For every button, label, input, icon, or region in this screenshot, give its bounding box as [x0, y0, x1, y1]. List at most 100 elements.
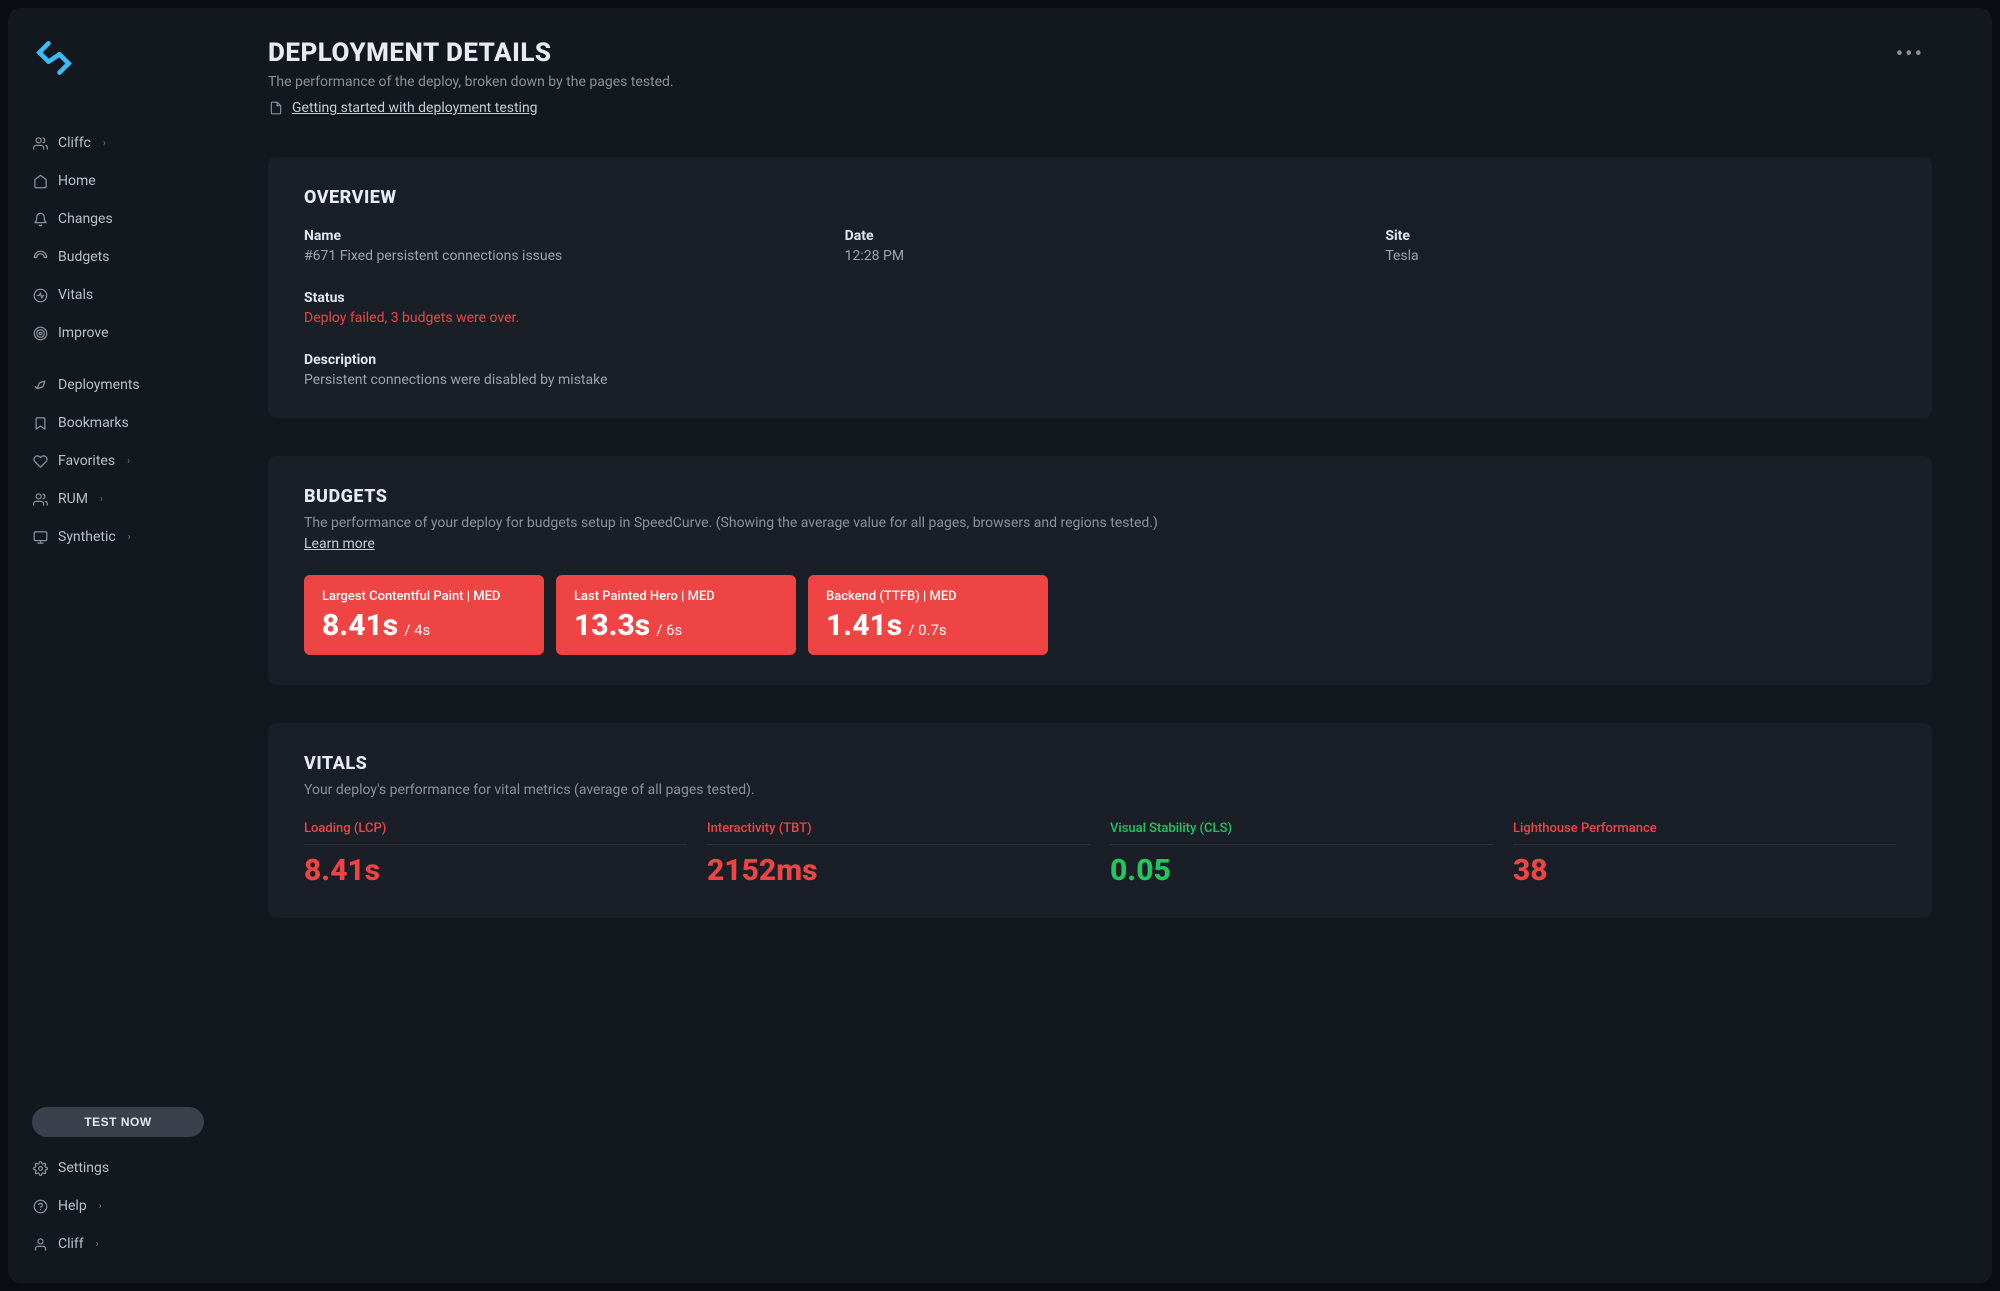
getting-started-label: Getting started with deployment testing	[292, 100, 538, 116]
sidebar-item-label: Settings	[58, 1160, 109, 1176]
sidebar-item-label: Home	[58, 173, 96, 189]
gear-icon	[32, 1160, 48, 1176]
budget-label: Largest Contentful Paint | MED	[322, 589, 526, 604]
sidebar-item-home[interactable]: Home	[8, 162, 228, 200]
monitor-icon	[32, 529, 48, 545]
rocket-icon	[32, 377, 48, 393]
sidebar-item-label: Help	[58, 1198, 87, 1214]
overview-desc-label: Description	[304, 352, 1896, 368]
sidebar-item-help[interactable]: Help ›	[8, 1187, 228, 1225]
question-icon	[32, 1198, 48, 1214]
vital-value: 8.41s	[304, 853, 687, 888]
chevron-right-icon: ›	[127, 456, 130, 467]
chevron-right-icon: ›	[128, 532, 131, 543]
chevron-right-icon: ›	[100, 494, 103, 505]
sidebar-item-label: RUM	[58, 491, 88, 507]
users-icon	[32, 491, 48, 507]
overview-date-value: 12:28 PM	[845, 248, 1356, 264]
budget-threshold: / 0.7s	[908, 621, 946, 639]
vitals-desc: Your deploy's performance for vital metr…	[304, 780, 1896, 801]
sidebar-item-label: Bookmarks	[58, 415, 129, 431]
sidebar-item-label: Cliffc	[58, 135, 91, 151]
budget-tiles: Largest Contentful Paint | MED8.41s/ 4sL…	[304, 575, 1896, 655]
sidebar-item-settings[interactable]: Settings	[8, 1149, 228, 1187]
sidebar-item-label: Changes	[58, 211, 113, 227]
target-icon	[32, 325, 48, 341]
logo-icon	[32, 36, 76, 80]
chevron-right-icon: ›	[99, 1201, 102, 1212]
overview-name-value: #671 Fixed persistent connections issues	[304, 248, 815, 264]
vitals-title: VITALS	[304, 753, 1896, 774]
overview-site-label: Site	[1385, 228, 1896, 244]
overview-card: OVERVIEW Name #671 Fixed persistent conn…	[268, 157, 1932, 418]
budgets-title: BUDGETS	[304, 486, 1896, 507]
bookmark-icon	[32, 415, 48, 431]
overview-desc-value: Persistent connections were disabled by …	[304, 372, 1896, 388]
budget-threshold: / 4s	[404, 621, 430, 639]
vital-value: 0.05	[1110, 853, 1493, 888]
gauge-icon	[32, 249, 48, 265]
budgets-learn-more-link[interactable]: Learn more	[304, 536, 375, 552]
sidebar-item-cliffc[interactable]: Cliffc ›	[8, 124, 228, 162]
sidebar-item-vitals[interactable]: Vitals	[8, 276, 228, 314]
sidebar-item-label: Cliff	[58, 1236, 84, 1252]
sidebar-item-changes[interactable]: Changes	[8, 200, 228, 238]
sidebar: Cliffc › Home Changes Budgets Vitals Improve De…	[8, 8, 228, 1283]
sidebar-item-label: Vitals	[58, 287, 93, 303]
page-subtitle: The performance of the deploy, broken do…	[268, 74, 674, 90]
more-button[interactable]: •••	[1888, 38, 1932, 71]
budget-value: 13.3s	[574, 608, 650, 643]
user-icon	[32, 1236, 48, 1252]
sidebar-item-bookmarks[interactable]: Bookmarks	[8, 404, 228, 442]
budgets-desc: The performance of your deploy for budge…	[304, 513, 1896, 555]
vital-label: Lighthouse Performance	[1513, 821, 1896, 845]
budget-tile[interactable]: Backend (TTFB) | MED 1.41s / 0.7s	[808, 575, 1048, 655]
vital-item: Visual Stability (CLS) 0.05	[1110, 821, 1493, 888]
overview-status-value: Deploy failed, 3 budgets were over.	[304, 310, 1896, 326]
sidebar-item-deployments[interactable]: Deployments	[8, 366, 228, 404]
vital-item: Loading (LCP) 8.41s	[304, 821, 687, 888]
main-content: DEPLOYMENT DETAILS The performance of th…	[228, 8, 1992, 1283]
budget-tile[interactable]: Last Painted Hero | MED 13.3s / 6s	[556, 575, 796, 655]
sidebar-item-label: Budgets	[58, 249, 109, 265]
sidebar-item-cliff[interactable]: Cliff›	[8, 1225, 228, 1263]
heart-icon	[32, 453, 48, 469]
nav-main: Cliffc › Home Changes Budgets Vitals Improve De…	[8, 124, 228, 1095]
sidebar-item-budgets[interactable]: Budgets	[8, 238, 228, 276]
bell-icon	[32, 211, 48, 227]
budget-tile[interactable]: Largest Contentful Paint | MED 8.41s / 4s	[304, 575, 544, 655]
budget-threshold: / 6s	[656, 621, 682, 639]
document-icon	[268, 100, 284, 116]
vital-value: 38	[1513, 853, 1896, 888]
vital-label: Visual Stability (CLS)	[1110, 821, 1493, 845]
nav-bottom: Settings Help › Cliff›	[8, 1149, 228, 1263]
sidebar-item-favorites[interactable]: Favorites›	[8, 442, 228, 480]
budget-value: 1.41s	[826, 608, 902, 643]
vital-item: Lighthouse Performance 38	[1513, 821, 1896, 888]
home-icon	[32, 173, 48, 189]
getting-started-link[interactable]: Getting started with deployment testing	[268, 100, 538, 116]
sidebar-item-label: Synthetic	[58, 529, 116, 545]
page-title: DEPLOYMENT DETAILS	[268, 38, 674, 68]
overview-site-value: Tesla	[1385, 248, 1896, 264]
overview-date-label: Date	[845, 228, 1356, 244]
sidebar-item-label: Improve	[58, 325, 109, 341]
sidebar-item-label: Deployments	[58, 377, 140, 393]
pulse-icon	[32, 287, 48, 303]
budget-value: 8.41s	[322, 608, 398, 643]
sidebar-item-synthetic[interactable]: Synthetic ›	[8, 518, 228, 556]
vital-item: Interactivity (TBT)2152ms	[707, 821, 1090, 888]
sidebar-item-improve[interactable]: Improve	[8, 314, 228, 352]
vital-label: Loading (LCP)	[304, 821, 687, 845]
budgets-card: BUDGETS The performance of your deploy f…	[268, 456, 1932, 685]
budget-label: Last Painted Hero | MED	[574, 589, 778, 604]
users-icon	[32, 135, 48, 151]
chevron-right-icon: ›	[103, 138, 106, 149]
logo	[8, 36, 228, 124]
test-now-button[interactable]: TEST NOW	[32, 1107, 204, 1137]
sidebar-item-rum[interactable]: RUM ›	[8, 480, 228, 518]
vitals-card: VITALS Your deploy's performance for vit…	[268, 723, 1932, 918]
vital-value: 2152ms	[707, 853, 1090, 888]
overview-title: OVERVIEW	[304, 187, 1896, 208]
budget-label: Backend (TTFB) | MED	[826, 589, 1030, 604]
